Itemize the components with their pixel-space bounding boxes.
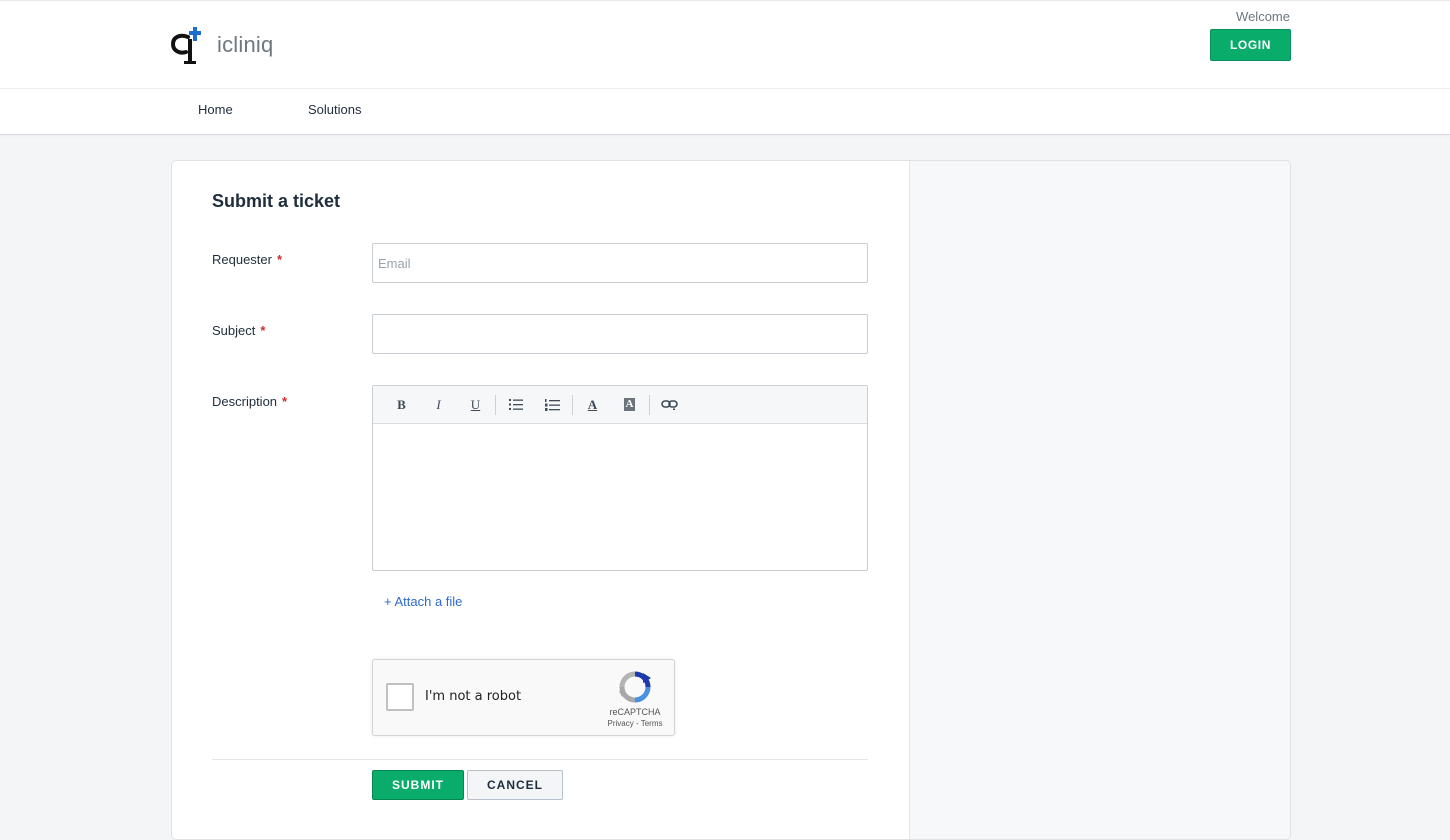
brand[interactable]: icliniq	[170, 25, 273, 65]
recaptcha-label: I'm not a robot	[425, 689, 522, 704]
font-color-button[interactable]: A	[574, 390, 611, 420]
nav-item-solutions[interactable]: Solutions	[308, 102, 361, 117]
subject-label-text: Subject	[212, 323, 256, 338]
background-color-button[interactable]: A	[611, 390, 648, 420]
recaptcha-privacy-terms[interactable]: Privacy - Terms	[604, 719, 666, 728]
submit-button[interactable]: SUBMIT	[372, 770, 464, 800]
subject-input[interactable]	[372, 314, 868, 354]
required-mark: *	[260, 323, 266, 338]
cancel-button[interactable]: CANCEL	[467, 770, 563, 800]
description-label: Description *	[212, 394, 287, 409]
recaptcha-logo-icon	[619, 671, 651, 703]
brand-name: icliniq	[217, 32, 274, 57]
main-nav: Home Solutions	[0, 89, 1450, 135]
requester-label: Requester *	[212, 252, 282, 267]
ticket-card: Submit a ticket Requester * Subject * Desc…	[171, 160, 1291, 840]
insert-link-button[interactable]	[651, 390, 688, 420]
underline-button[interactable]: U	[457, 390, 494, 420]
description-editor: B I U A A	[372, 385, 868, 571]
nav-item-home[interactable]: Home	[198, 102, 233, 117]
bullet-list-icon	[508, 399, 523, 410]
required-mark: *	[282, 394, 288, 409]
link-icon	[660, 400, 678, 410]
bullet-list-button[interactable]	[497, 390, 534, 420]
italic-button[interactable]: I	[420, 390, 457, 420]
login-button[interactable]: LOGIN	[1210, 29, 1291, 61]
required-mark: *	[276, 252, 283, 267]
requester-email-input[interactable]	[372, 243, 868, 283]
requester-label-text: Requester	[212, 252, 272, 267]
editor-toolbar: B I U A A	[373, 386, 867, 424]
numbered-list-button[interactable]	[534, 390, 571, 420]
recaptcha-widget: I'm not a robot reCAPTCHA Privacy - Term…	[372, 659, 675, 736]
toolbar-divider	[649, 394, 650, 415]
welcome-text: Welcome	[1236, 9, 1290, 24]
recaptcha-brand: reCAPTCHA	[609, 707, 661, 717]
form-divider	[212, 759, 868, 760]
toolbar-divider	[495, 394, 496, 415]
bold-button[interactable]: B	[383, 390, 420, 420]
subject-label: Subject *	[212, 323, 265, 338]
icliniq-logo-icon	[170, 27, 201, 64]
site-header: icliniq Welcome LOGIN	[0, 0, 1450, 89]
page-title: Submit a ticket	[212, 191, 341, 211]
side-panel	[909, 161, 1290, 839]
background-color-icon: A	[623, 398, 636, 411]
toolbar-divider	[572, 394, 573, 415]
attach-file-link[interactable]: + Attach a file	[384, 594, 462, 609]
numbered-list-icon	[545, 398, 560, 411]
description-label-text: Description	[212, 394, 278, 409]
description-text-area[interactable]	[373, 424, 867, 570]
recaptcha-checkbox[interactable]	[386, 683, 414, 711]
